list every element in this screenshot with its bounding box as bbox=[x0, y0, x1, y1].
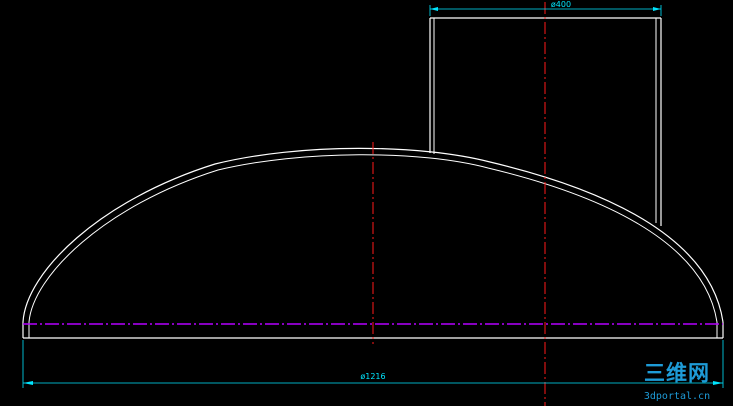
head-dim-arrow-left bbox=[23, 381, 33, 385]
nozzle-dim-arrow-right bbox=[653, 7, 661, 11]
head-diameter-dimension: ø1216 bbox=[22, 340, 724, 388]
head-dim-text: ø1216 bbox=[360, 372, 385, 381]
cad-drawing-svg: ø400 ø1216 三维网 3dportal.cn bbox=[22, 0, 724, 406]
head-dim-arrow-right bbox=[713, 381, 723, 385]
cad-drawing-canvas: ø400 ø1216 三维网 3dportal.cn bbox=[0, 0, 733, 406]
nozzle-dim-text: ø400 bbox=[551, 0, 571, 9]
center-lines bbox=[372, 2, 546, 406]
watermark-main-text: 三维网 bbox=[644, 361, 710, 385]
watermark-logo: 三维网 3dportal.cn bbox=[644, 361, 710, 402]
head-outline bbox=[22, 147, 724, 323]
watermark-sub-text: 3dportal.cn bbox=[644, 391, 710, 402]
nozzle-dim-arrow-left bbox=[430, 7, 438, 11]
head-outer-arc bbox=[22, 147, 724, 323]
